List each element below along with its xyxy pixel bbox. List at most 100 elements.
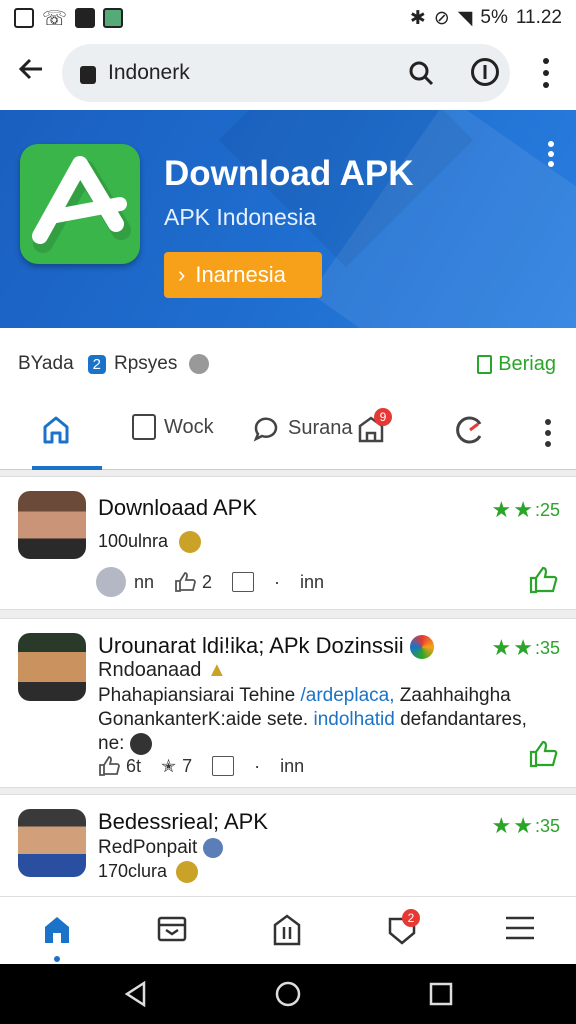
star-outline-icon: ✭ <box>161 755 177 776</box>
card-subtitle: 100ulnra <box>98 531 202 554</box>
badge-label[interactable]: Rpsyes <box>114 353 177 375</box>
author-name[interactable]: nn <box>134 572 154 593</box>
rating-value: :35 <box>534 815 560 836</box>
star-icon: ★ <box>513 813 533 838</box>
card-title[interactable]: Urounarat ldi!ika; APk Dozinssii <box>98 633 434 660</box>
thumbs-up-icon <box>99 756 120 776</box>
back-icon[interactable] <box>16 54 46 89</box>
body-link[interactable]: indolhatid <box>313 709 394 730</box>
like-count: 2 <box>202 571 213 592</box>
star-icon: ★ <box>491 635 512 660</box>
nav-menu[interactable] <box>504 913 536 948</box>
clock: 11.22 <box>515 7 562 28</box>
nav-inbox[interactable] <box>156 913 188 950</box>
list-item[interactable]: Downloaad APK ★ ★ :25 100ulnra nn 2 · inn <box>0 476 576 610</box>
avatar <box>18 633 86 701</box>
card-title[interactable]: Bedessrieal; APK <box>98 809 268 835</box>
rating-value: :35 <box>534 637 560 658</box>
tab-notifications[interactable]: 9 <box>356 408 392 444</box>
chevron-right-icon: › <box>178 262 186 287</box>
hero-banner: Download APK APK Indonesia › Inarnesia <box>0 110 576 328</box>
star-icon: ★ <box>491 813 512 838</box>
emoji-icon <box>176 861 199 884</box>
search-icon[interactable] <box>408 60 434 92</box>
star-icon: ★ <box>513 497 533 522</box>
tabs-more-icon[interactable] <box>543 418 553 453</box>
tab-home[interactable] <box>40 414 72 446</box>
notification-badge: 9 <box>374 408 392 426</box>
app-logo[interactable] <box>20 144 140 264</box>
like-action[interactable]: 2 <box>174 571 212 593</box>
like-button-icon[interactable] <box>528 565 558 595</box>
bookmark-action-icon[interactable] <box>212 756 235 776</box>
body-text: Zaahhaihgha <box>399 685 511 706</box>
tab-surana[interactable]: Surana <box>252 414 353 442</box>
rating: ★ ★ :35 <box>492 635 561 661</box>
body-link[interactable]: /ardeplaca, <box>300 685 394 706</box>
card-actions: 6t ✭ 7 · inn <box>98 755 304 777</box>
card-actions: nn 2 · inn <box>96 567 324 597</box>
count-badge: 2 <box>87 354 106 374</box>
browser-toolbar: Indonerk <box>0 36 576 110</box>
bottom-navigation: 2 <box>0 896 576 964</box>
emoji-icon: ▲ <box>207 659 227 681</box>
nav-home[interactable] <box>40 913 74 962</box>
nav-apps[interactable] <box>272 913 302 952</box>
list-item[interactable]: Urounarat ldi!ika; APk Dozinssii ★ ★ :35 … <box>0 618 576 788</box>
system-home-icon[interactable] <box>273 979 303 1009</box>
hero-cta-label: Inarnesia <box>195 262 286 287</box>
info-label: BYada <box>18 353 74 374</box>
download-notification-icon <box>14 8 34 28</box>
body-text: defandantares, <box>400 709 527 730</box>
list-item[interactable]: Bedessrieal; APK ★ ★ :35 RedPonpait 170cl… <box>0 794 576 896</box>
card-meta: 170clura <box>98 861 199 884</box>
wifi-icon: ◥ <box>457 7 473 29</box>
rating-value: :25 <box>534 499 560 520</box>
system-navigation-bar <box>0 964 576 1024</box>
url-text: Indonerk <box>108 61 190 84</box>
tab-wock[interactable]: Wock <box>132 414 214 440</box>
follow-button[interactable]: Beriag <box>477 353 556 376</box>
comment-count[interactable]: inn <box>300 572 324 593</box>
card-subtitle: RedPonpait <box>98 837 223 859</box>
body-text: GonankanterK:aide sete. <box>98 709 309 730</box>
tab-activity[interactable] <box>454 414 486 446</box>
tab-bar: Wock Surana 9 <box>0 400 576 470</box>
card-title-text: Urounarat ldi!ika; APk Dozinssii <box>98 633 404 658</box>
info-icon[interactable] <box>470 57 500 93</box>
dot-separator: · <box>254 755 261 776</box>
address-bar[interactable]: Indonerk <box>62 44 510 102</box>
hero-cta-button[interactable]: › Inarnesia <box>164 252 322 298</box>
comment-count[interactable]: inn <box>280 756 304 777</box>
card-subtitle: Rndoanaad ▲ <box>98 659 227 682</box>
like-button-icon[interactable] <box>528 739 558 769</box>
inbox-icon <box>157 916 187 942</box>
system-recents-icon[interactable] <box>428 981 454 1007</box>
notification-badge: 2 <box>402 909 420 927</box>
photo-notification-icon <box>103 8 124 28</box>
data-saver-icon: ⊘ <box>433 7 450 29</box>
missed-call-icon: ☏ <box>42 7 68 30</box>
house-download-icon <box>273 914 301 946</box>
menu-icon <box>506 916 534 940</box>
share-action[interactable]: ✭ 7 <box>161 756 192 777</box>
author-avatar[interactable] <box>96 567 126 597</box>
card-body: ne: <box>98 733 152 755</box>
rating: ★ ★ :25 <box>492 497 561 523</box>
nav-notifications[interactable]: 2 <box>386 909 420 952</box>
card-meta-text: 170clura <box>98 861 168 881</box>
nav-home-indicator <box>54 956 60 962</box>
dot-separator: · <box>274 571 281 592</box>
hero-subtitle: APK Indonesia <box>164 204 317 230</box>
card-title[interactable]: Downloaad APK <box>98 495 257 521</box>
like-action[interactable]: 6t <box>98 755 141 777</box>
lock-icon <box>80 66 96 84</box>
app-notification-icon <box>75 8 96 28</box>
follow-label: Beriag <box>498 352 556 375</box>
bookmark-action-icon[interactable] <box>232 572 255 592</box>
body-text: ne: <box>98 733 125 755</box>
info-circle-icon <box>189 354 210 374</box>
banner-menu-icon[interactable] <box>546 140 556 175</box>
system-back-icon[interactable] <box>122 980 150 1008</box>
browser-menu-icon[interactable] <box>540 56 552 95</box>
